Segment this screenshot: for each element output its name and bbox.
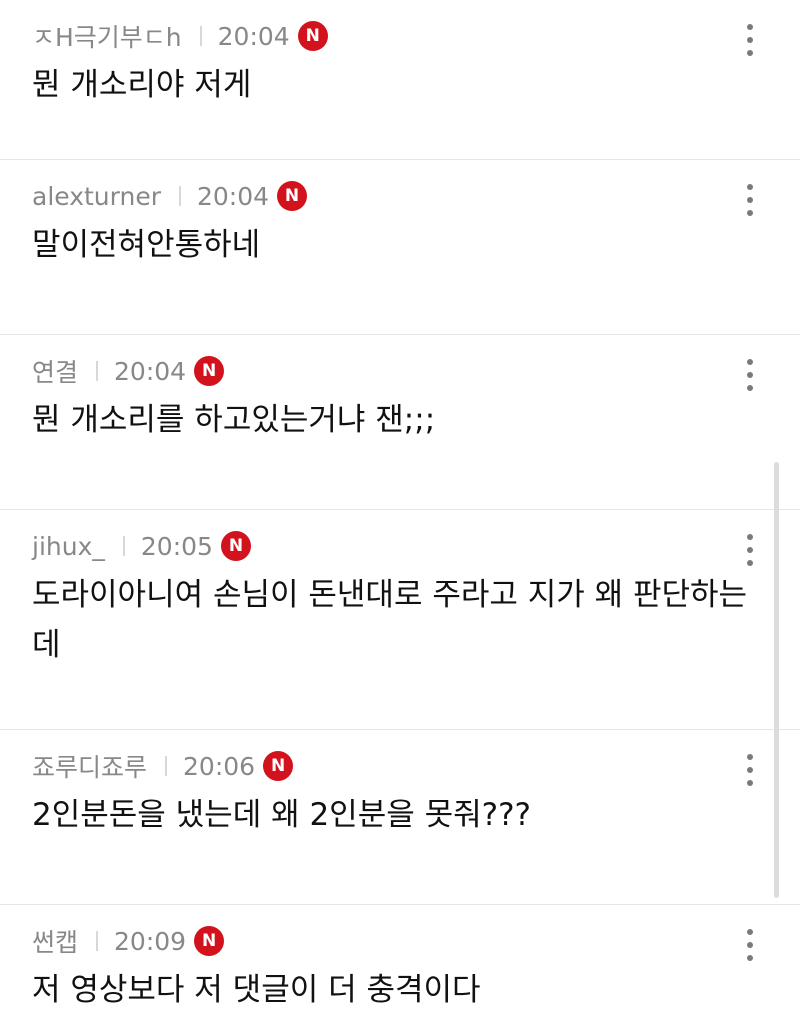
divider <box>165 756 168 776</box>
comment-meta: jihux_ 20:05 N <box>32 528 251 564</box>
comment-list: ㅈH극기부ㄷh 20:04 N 뭔 개소리야 저게 alexturner 20:… <box>0 0 800 1024</box>
comment-time: 20:04 <box>114 356 187 386</box>
more-options-icon[interactable] <box>744 184 756 216</box>
comment-author[interactable]: alexturner <box>32 182 161 211</box>
comment-item: 연결 20:04 N 뭔 개소리를 하고있는거냐 잰;;; <box>0 335 800 510</box>
comment-item: alexturner 20:04 N 말이전혀안통하네 <box>0 160 800 335</box>
new-badge-icon: N <box>277 181 308 211</box>
comment-author[interactable]: 죠루디죠루 <box>32 748 147 784</box>
comment-author[interactable]: 썬캡 <box>32 923 78 959</box>
comment-text: 도라이아니여 손님이 돈낸대로 주라고 지가 왜 판단하는데 <box>32 577 748 663</box>
more-options-icon[interactable] <box>744 534 756 566</box>
new-badge-icon: N <box>297 21 328 51</box>
comment-item: jihux_ 20:05 N 도라이아니여 손님이 돈낸대로 주라고 지가 왜 … <box>0 510 800 730</box>
comment-time: 20:04 <box>217 21 290 51</box>
comment-item: 죠루디죠루 20:06 N 2인분돈을 냈는데 왜 2인분을 못줘??? <box>0 730 800 905</box>
comment-text: 뭔 개소리야 저게 <box>32 67 252 103</box>
comment-text: 2인분돈을 냈는데 왜 2인분을 못줘??? <box>32 797 531 833</box>
more-options-icon[interactable] <box>744 359 756 391</box>
comment-time: 20:04 <box>197 181 270 211</box>
divider <box>96 361 99 381</box>
comment-text: 뭔 개소리를 하고있는거냐 잰;;; <box>32 402 436 438</box>
comment-time: 20:06 <box>183 751 256 781</box>
comment-author[interactable]: jihux_ <box>32 532 105 561</box>
comment-meta: 죠루디죠루 20:06 N <box>32 748 294 784</box>
comment-item: ㅈH극기부ㄷh 20:04 N 뭔 개소리야 저게 <box>0 0 800 160</box>
divider <box>122 536 125 556</box>
comment-time: 20:09 <box>114 926 187 956</box>
divider <box>179 186 181 206</box>
comment-text: 저 영상보다 저 댓글이 더 충격이다 <box>32 972 481 1008</box>
comment-author[interactable]: 연결 <box>32 353 78 389</box>
comment-meta: alexturner 20:04 N <box>32 178 308 214</box>
comment-meta: ㅈH극기부ㄷh 20:04 N <box>32 18 328 54</box>
more-options-icon[interactable] <box>744 929 756 961</box>
comment-text: 말이전혀안통하네 <box>32 227 261 263</box>
comment-author[interactable]: ㅈH극기부ㄷh <box>32 18 182 54</box>
new-badge-icon: N <box>194 356 225 386</box>
new-badge-icon: N <box>220 531 251 561</box>
more-options-icon[interactable] <box>744 24 756 56</box>
divider <box>199 26 202 46</box>
new-badge-icon: N <box>194 926 225 956</box>
comment-time: 20:05 <box>140 531 213 561</box>
comment-meta: 연결 20:04 N <box>32 353 225 389</box>
scrollbar[interactable] <box>774 462 779 898</box>
comment-meta: 썬캡 20:09 N <box>32 923 225 959</box>
comment-item: 썬캡 20:09 N 저 영상보다 저 댓글이 더 충격이다 <box>0 905 800 1024</box>
divider <box>96 931 99 951</box>
more-options-icon[interactable] <box>744 754 756 786</box>
new-badge-icon: N <box>263 751 294 781</box>
